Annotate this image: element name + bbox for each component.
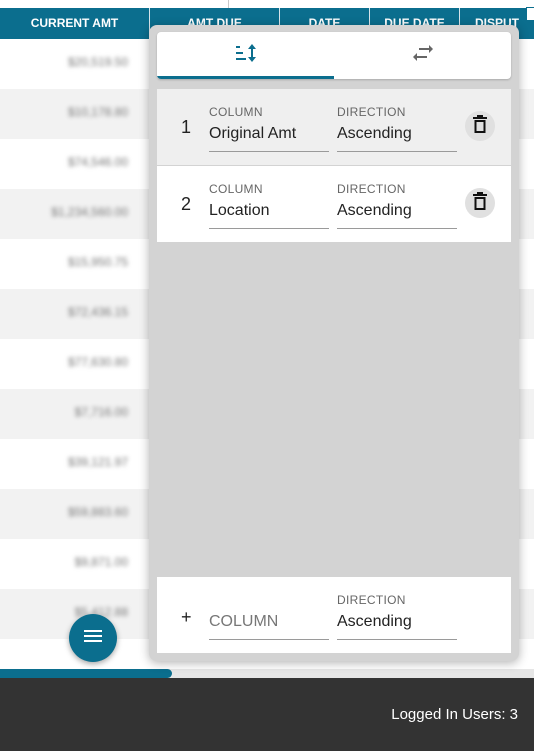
menu-icon [84, 629, 102, 648]
add-sort-row[interactable]: + COLUMN DIRECTION Ascending [157, 577, 511, 653]
delete-sort-button[interactable] [465, 111, 495, 141]
column-field[interactable]: COLUMN Original Amt [209, 105, 329, 152]
direction-field-label: DIRECTION [337, 182, 406, 196]
sort-panel: 1 COLUMN Original Amt DIRECTION Ascendin… [149, 25, 519, 661]
current-amt-cell: $59,883.60 [67, 505, 128, 519]
trash-icon [473, 114, 487, 138]
add-sort-icon[interactable]: + [181, 607, 192, 628]
current-amt-cell: $74,546.00 [67, 155, 128, 169]
column-field-label: COLUMN [209, 182, 263, 196]
sort-row-index: 1 [181, 117, 192, 137]
horizontal-scrollbar-thumb[interactable] [0, 669, 172, 678]
direction-field-label: DIRECTION [337, 593, 406, 607]
tab-swap[interactable] [334, 32, 511, 79]
column-field[interactable]: COLUMN [209, 593, 329, 640]
column-field[interactable]: COLUMN Location [209, 182, 329, 229]
direction-field[interactable]: DIRECTION Ascending [337, 182, 457, 229]
current-amt-cell: $20,519.50 [67, 55, 128, 69]
current-amt-cell: $1,234,560.00 [51, 205, 128, 219]
sort-row-index: 2 [181, 194, 192, 214]
current-amt-cell: $77,630.80 [67, 355, 128, 369]
column-resize-handle[interactable] [526, 7, 534, 21]
direction-select[interactable]: Ascending [337, 609, 457, 640]
window-edge-line [228, 0, 229, 8]
logged-in-users: Logged In Users: 3 [391, 706, 518, 723]
direction-select[interactable]: Ascending [337, 198, 457, 229]
column-select-placeholder[interactable]: COLUMN [209, 609, 329, 640]
current-amt-cell: $15,950.75 [67, 255, 128, 269]
current-amt-cell: $72,436.15 [67, 305, 128, 319]
current-amt-cell: $7,716.00 [74, 405, 128, 419]
direction-select[interactable]: Ascending [337, 121, 457, 152]
direction-field[interactable]: DIRECTION Ascending [337, 105, 457, 152]
direction-field-label: DIRECTION [337, 105, 406, 119]
sort-row[interactable]: 2 COLUMN Location DIRECTION Ascending [157, 166, 511, 242]
tab-sort[interactable] [157, 32, 334, 79]
swap-icon [412, 44, 434, 67]
sort-icon [234, 42, 258, 69]
status-footer: Logged In Users: 3 [0, 678, 534, 751]
column-field-label-empty [209, 593, 329, 609]
current-amt-cell: $39,121.97 [67, 455, 128, 469]
sort-row[interactable]: 1 COLUMN Original Amt DIRECTION Ascendin… [157, 89, 511, 165]
current-amt-cell: $9,871.00 [74, 555, 128, 569]
sort-panel-tabs [157, 32, 511, 79]
column-select[interactable]: Location [209, 198, 329, 229]
header-current-amt[interactable]: CURRENT AMT [0, 8, 150, 39]
menu-fab-button[interactable] [69, 614, 117, 662]
delete-sort-button[interactable] [465, 188, 495, 218]
direction-field[interactable]: DIRECTION Ascending [337, 593, 457, 640]
column-field-label: COLUMN [209, 105, 263, 119]
current-amt-cell: $10,178.80 [67, 105, 128, 119]
column-select[interactable]: Original Amt [209, 121, 329, 152]
trash-icon [473, 191, 487, 215]
